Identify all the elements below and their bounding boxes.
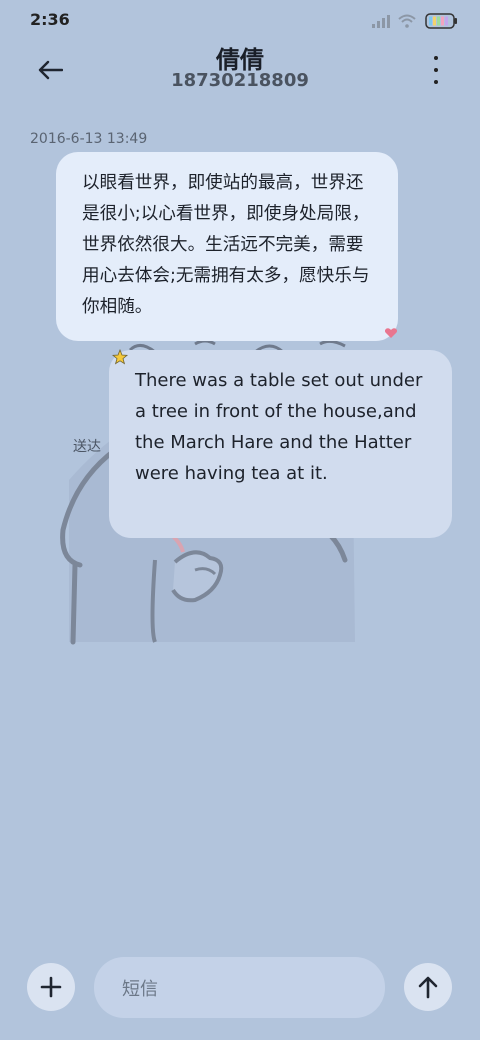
star-icon [112,349,128,365]
contact-number: 18730218809 [171,70,309,91]
battery-icon [424,12,458,30]
message-timestamp: 2016-6-13 13:49 [30,131,148,147]
status-icons [372,12,458,30]
status-time: 2:36 [30,10,70,29]
heart-icon [384,328,398,338]
plus-icon [40,976,62,998]
status-bar: 2:36 [0,0,480,40]
sms-input-placeholder: 短信 [122,978,158,1000]
delivered-status: 送达 [73,439,101,455]
message-bubble[interactable]: 以眼看世界，即使站的最高，世界还是很小;以心看世界，即使身处局限，世界依然很大。… [56,152,398,341]
arrow-up-icon [418,976,438,999]
message-bubble[interactable]: There was a table set out under a tree i… [109,350,452,538]
signal-icon [372,14,390,28]
conversation-header: 倩倩 18730218809 [0,40,480,100]
send-button[interactable] [404,963,452,1011]
more-options-button[interactable] [428,56,444,84]
wifi-icon [398,14,416,28]
more-vertical-icon [434,56,438,60]
sms-input[interactable]: 短信 [94,957,385,1018]
add-attachment-button[interactable] [27,963,75,1011]
